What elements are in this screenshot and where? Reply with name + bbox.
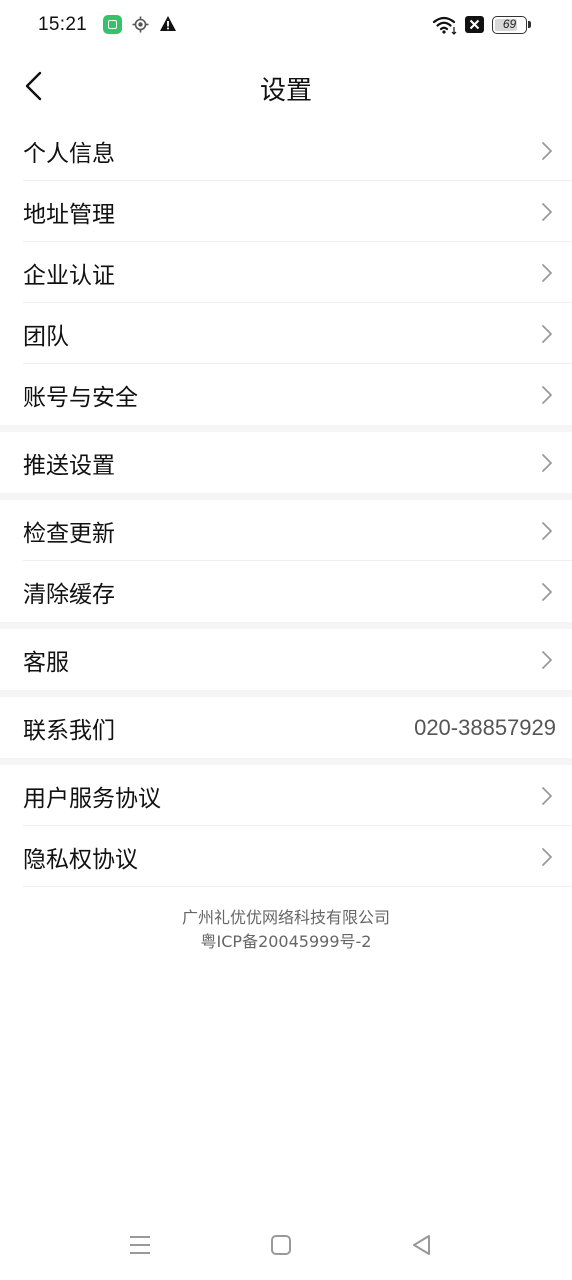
battery-level: 69 xyxy=(502,17,517,31)
system-nav-bar xyxy=(0,1220,572,1270)
chevron-right-icon xyxy=(542,453,552,472)
footer: 广州礼优优网络科技有限公司 粤ICP备20045999号-2 xyxy=(0,906,572,954)
chevron-right-icon xyxy=(542,521,552,540)
app-notification-icon xyxy=(103,15,122,34)
row-label: 团队 xyxy=(23,323,69,350)
row-user-agreement[interactable]: 用户服务协议 xyxy=(23,765,572,826)
settings-list: 个人信息 地址管理 企业认证 团队 账号与安全 推送设置 检查更新 清除缓存 客… xyxy=(0,120,572,887)
group-account: 个人信息 地址管理 企业认证 团队 账号与安全 xyxy=(0,120,572,425)
row-address-management[interactable]: 地址管理 xyxy=(23,181,572,242)
wifi-icon xyxy=(432,16,457,35)
row-personal-info[interactable]: 个人信息 xyxy=(23,120,572,181)
group-separator xyxy=(0,493,572,500)
row-label: 隐私权协议 xyxy=(23,846,138,873)
home-icon[interactable] xyxy=(267,1232,295,1258)
group-separator xyxy=(0,690,572,697)
contact-phone[interactable]: 020-38857929 xyxy=(414,715,556,741)
chevron-right-icon xyxy=(542,324,552,343)
menu-icon[interactable] xyxy=(126,1232,154,1258)
back-nav-icon[interactable] xyxy=(408,1232,436,1258)
row-contact-us[interactable]: 联系我们 020-38857929 xyxy=(23,697,572,758)
row-push-settings[interactable]: 推送设置 xyxy=(23,432,572,493)
chevron-right-icon xyxy=(542,650,552,669)
row-privacy-agreement[interactable]: 隐私权协议 xyxy=(23,826,572,887)
row-label: 用户服务协议 xyxy=(23,785,161,812)
row-team[interactable]: 团队 xyxy=(23,303,572,364)
group-separator xyxy=(0,622,572,629)
row-label: 推送设置 xyxy=(23,452,115,479)
status-bar: 15:21 69 xyxy=(0,0,572,52)
icp-license: 粤ICP备20045999号-2 xyxy=(200,932,372,951)
page-title: 设置 xyxy=(259,76,312,106)
status-time: 15:21 xyxy=(38,14,88,35)
chevron-right-icon xyxy=(542,385,552,404)
chevron-right-icon xyxy=(542,786,552,805)
chevron-right-icon xyxy=(542,141,552,160)
row-label: 清除缓存 xyxy=(23,581,115,608)
row-label: 个人信息 xyxy=(23,140,115,167)
row-enterprise-verification[interactable]: 企业认证 xyxy=(23,242,572,303)
row-check-update[interactable]: 检查更新 xyxy=(23,500,572,561)
group-agreements: 用户服务协议 隐私权协议 xyxy=(0,765,572,887)
chevron-right-icon xyxy=(542,202,552,221)
row-label: 检查更新 xyxy=(23,520,115,547)
chevron-right-icon xyxy=(542,847,552,866)
group-maintenance: 检查更新 清除缓存 xyxy=(0,500,572,622)
battery-icon: 69 xyxy=(492,16,531,34)
row-label: 账号与安全 xyxy=(23,384,138,411)
row-customer-service[interactable]: 客服 xyxy=(23,629,572,690)
chevron-right-icon xyxy=(542,263,552,282)
group-push: 推送设置 xyxy=(0,432,572,493)
chevron-right-icon xyxy=(542,582,552,601)
group-contact: 联系我们 020-38857929 xyxy=(0,697,572,758)
row-label: 客服 xyxy=(23,649,69,676)
row-label: 企业认证 xyxy=(23,262,115,289)
row-label: 地址管理 xyxy=(23,201,115,228)
location-icon xyxy=(132,16,149,33)
header: 设置 xyxy=(0,52,572,120)
company-name: 广州礼优优网络科技有限公司 xyxy=(181,908,390,927)
row-clear-cache[interactable]: 清除缓存 xyxy=(23,561,572,622)
close-box-icon xyxy=(465,16,484,33)
group-service: 客服 xyxy=(0,629,572,690)
warning-icon xyxy=(160,16,176,31)
group-separator xyxy=(0,758,572,765)
row-label: 联系我们 xyxy=(23,717,115,744)
row-account-security[interactable]: 账号与安全 xyxy=(23,364,572,425)
group-separator xyxy=(0,425,572,432)
